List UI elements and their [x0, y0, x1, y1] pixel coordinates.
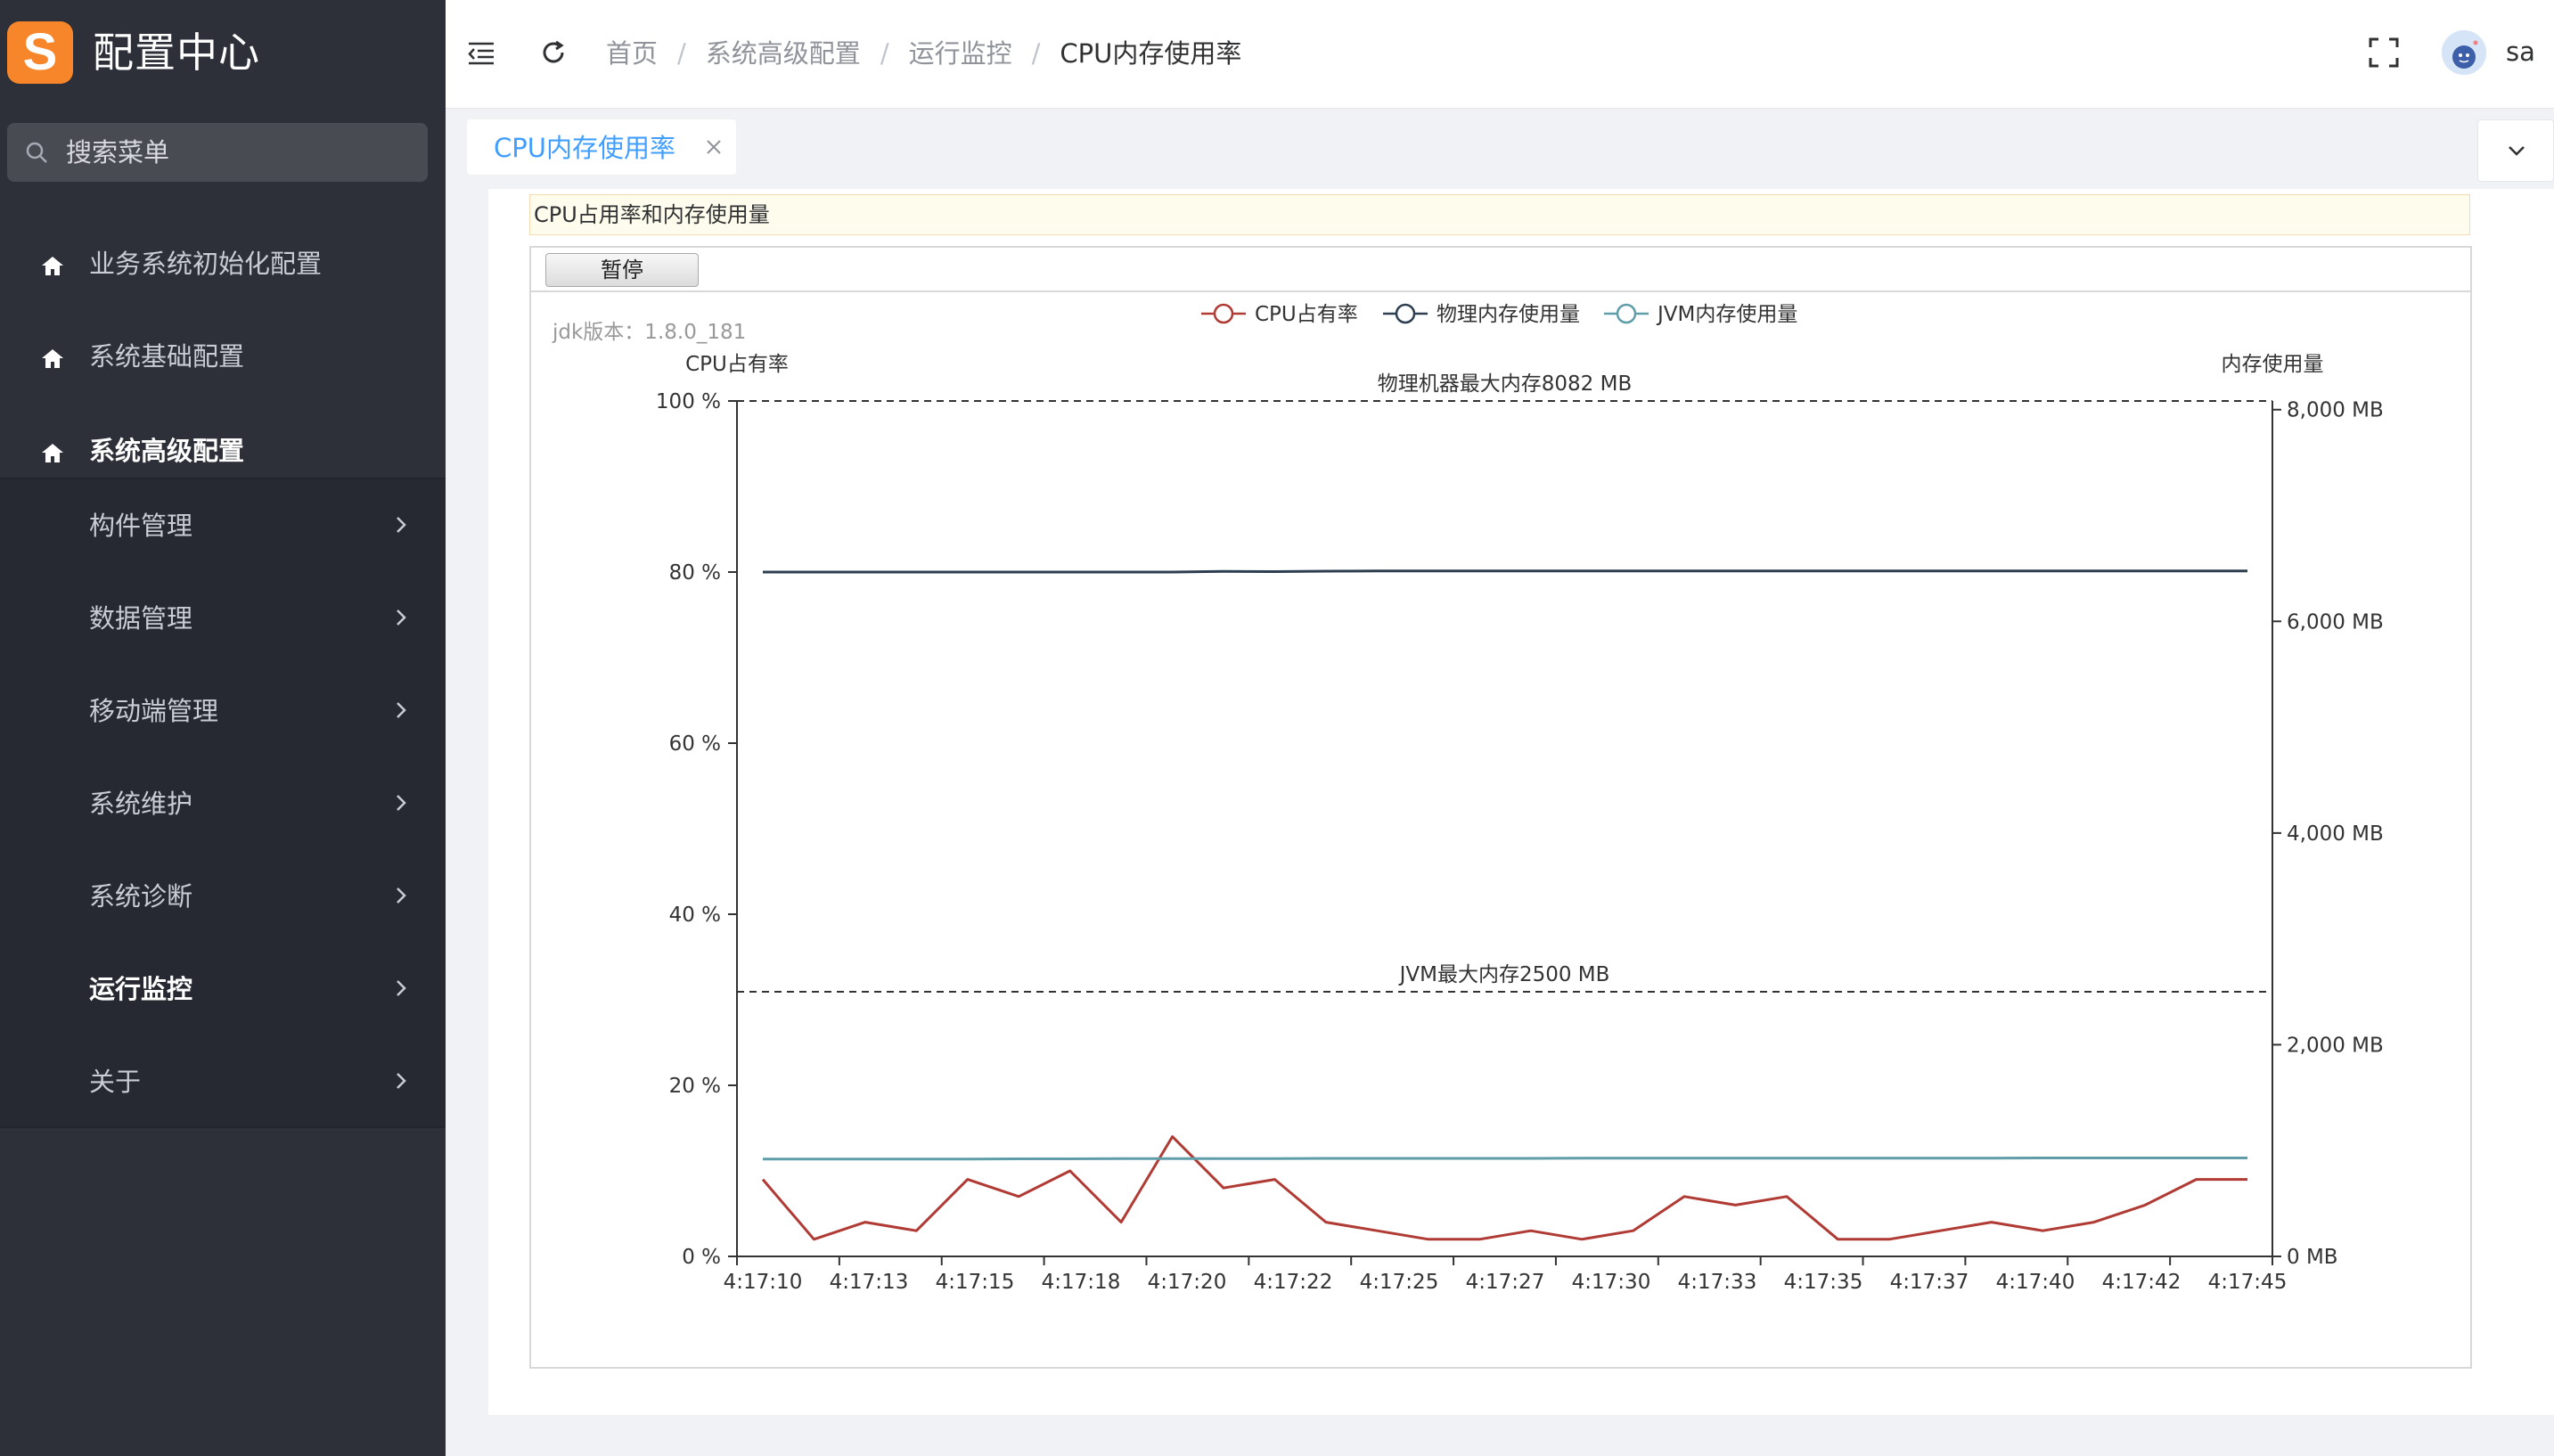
home-icon [42, 257, 63, 275]
avatar-icon [2442, 30, 2486, 75]
breadcrumb-current: CPU内存使用率 [1060, 38, 1242, 69]
sidebar-item-maintenance[interactable]: 系统维护 [0, 757, 446, 850]
sidebar-item-business-init[interactable]: 业务系统初始化配置 [0, 219, 446, 308]
sidebar-item-data[interactable]: 数据管理 [0, 572, 446, 665]
chart-frame: 暂停 [529, 246, 2472, 1369]
tabs-bar: CPU内存使用率 [446, 109, 2554, 189]
fullscreen-icon[interactable] [2369, 37, 2399, 68]
home-icon [42, 444, 63, 462]
chart-toolbar: 暂停 [531, 248, 2470, 292]
sidebar-item-label: 系统维护 [89, 789, 193, 819]
tab-label: CPU内存使用率 [494, 133, 675, 163]
tab-cpu-memory[interactable]: CPU内存使用率 [467, 119, 736, 175]
sidebar-item-diagnosis[interactable]: 系统诊断 [0, 850, 446, 943]
sidebar-item-label: 移动端管理 [89, 696, 219, 726]
chevron-right-icon [397, 702, 406, 718]
sidebar-item-label: 系统诊断 [89, 881, 193, 912]
breadcrumb: 首页 / 系统高级配置 / 运行监控 / CPU内存使用率 [606, 34, 1241, 73]
home-icon [42, 349, 63, 368]
search-placeholder: 搜索菜单 [66, 137, 170, 168]
sidebar-item-label: 构件管理 [89, 511, 193, 541]
sidebar-item-component[interactable]: 构件管理 [0, 479, 446, 572]
chevron-right-icon [397, 1073, 406, 1089]
chevron-right-icon [397, 517, 406, 533]
sidebar-item-label: 运行监控 [89, 974, 193, 1004]
top-header: 首页 / 系统高级配置 / 运行监控 / CPU内存使用率 sa [446, 0, 2554, 109]
sidebar-item-monitor[interactable]: 运行监控 [0, 943, 446, 1035]
breadcrumb-monitor[interactable]: 运行监控 [909, 38, 1012, 69]
sidebar: S 配置中心 搜索菜单 业务系统初始化配置 系统基础配置 系统高级配置 构件管理… [0, 0, 446, 1456]
content-panel: CPU占用率和内存使用量 暂停 [488, 189, 2554, 1415]
sidebar-item-label: 业务系统初始化配置 [89, 249, 323, 279]
sidebar-item-label: 数据管理 [89, 603, 193, 634]
username[interactable]: sa [2506, 34, 2535, 70]
breadcrumb-advanced-config[interactable]: 系统高级配置 [706, 38, 861, 69]
chevron-right-icon [397, 609, 406, 626]
sidebar-item-basic-config[interactable]: 系统基础配置 [0, 312, 446, 401]
chevron-right-icon [397, 980, 406, 996]
sidebar-item-label: 关于 [89, 1067, 142, 1097]
advanced-config-submenu: 构件管理 数据管理 移动端管理 系统维护 系统诊断 运行监控 关于 [0, 478, 446, 1128]
avatar[interactable] [2442, 30, 2486, 75]
notice-text: CPU占用率和内存使用量 [534, 202, 770, 227]
menu-fold-icon[interactable] [467, 41, 495, 66]
breadcrumb-separator: / [677, 38, 686, 69]
search-icon [26, 142, 47, 163]
app-logo[interactable]: S 配置中心 [0, 0, 446, 107]
notice-bar: CPU占用率和内存使用量 [529, 194, 2470, 235]
chevron-down-icon [2509, 146, 2525, 156]
breadcrumb-separator: / [880, 38, 889, 69]
sidebar-item-label: 系统基础配置 [89, 341, 245, 372]
chevron-right-icon [397, 888, 406, 904]
breadcrumb-home[interactable]: 首页 [606, 38, 658, 69]
sidebar-item-label: 系统高级配置 [89, 436, 245, 466]
pause-button[interactable]: 暂停 [545, 253, 699, 287]
menu-search-input[interactable]: 搜索菜单 [7, 123, 428, 182]
refresh-icon[interactable] [540, 39, 567, 66]
tabs-dropdown-button[interactable] [2477, 119, 2554, 182]
breadcrumb-separator: / [1031, 38, 1041, 69]
sidebar-item-mobile[interactable]: 移动端管理 [0, 665, 446, 757]
app-title: 配置中心 [93, 29, 260, 77]
chevron-right-icon [397, 795, 406, 811]
close-icon[interactable] [706, 139, 722, 155]
logo-icon: S [7, 21, 73, 84]
sidebar-item-about[interactable]: 关于 [0, 1035, 446, 1128]
